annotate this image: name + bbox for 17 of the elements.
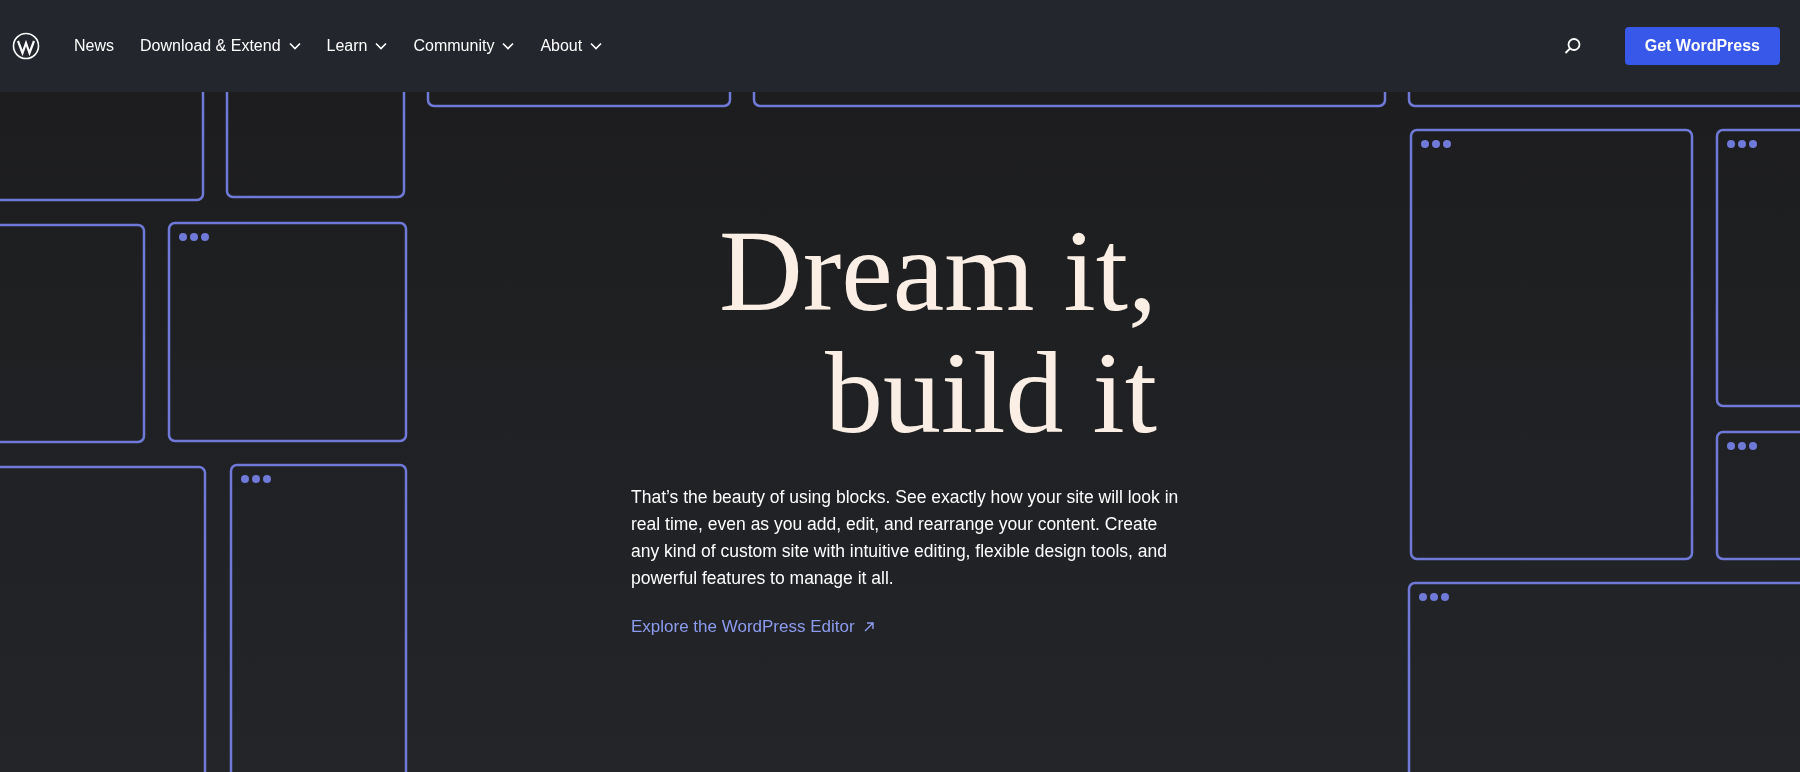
chevron-down-icon — [288, 42, 301, 50]
wordpress-logo-icon[interactable] — [12, 32, 40, 60]
search-icon[interactable] — [1562, 36, 1583, 56]
nav-link[interactable]: Download & Extend — [140, 34, 301, 58]
hero-description: That’s the beauty of using blocks. See exactly how your site will look in real time, even as you add, edit, and rearrange your content. Create any kind of custom site with intuitive editing, flexible design tools, and powerful features to manage it all. — [631, 486, 1179, 590]
headline-line: Dream it, — [717, 210, 1157, 332]
get-wordpress-button[interactable]: Get WordPress — [1624, 27, 1780, 65]
editor-link[interactable]: Explore the WordPress Editor — [631, 614, 875, 640]
arrow-up-right-icon — [862, 620, 875, 633]
nav-link[interactable]: Community — [413, 34, 515, 58]
chevron-down-icon — [590, 42, 603, 50]
chevron-down-icon — [375, 42, 388, 50]
nav-link[interactable]: Learn — [326, 34, 388, 58]
chevron-down-icon — [502, 42, 515, 50]
nav-link[interactable]: About — [540, 34, 603, 58]
nav-link[interactable]: News — [74, 34, 114, 58]
headline-line: build it — [824, 332, 1157, 454]
